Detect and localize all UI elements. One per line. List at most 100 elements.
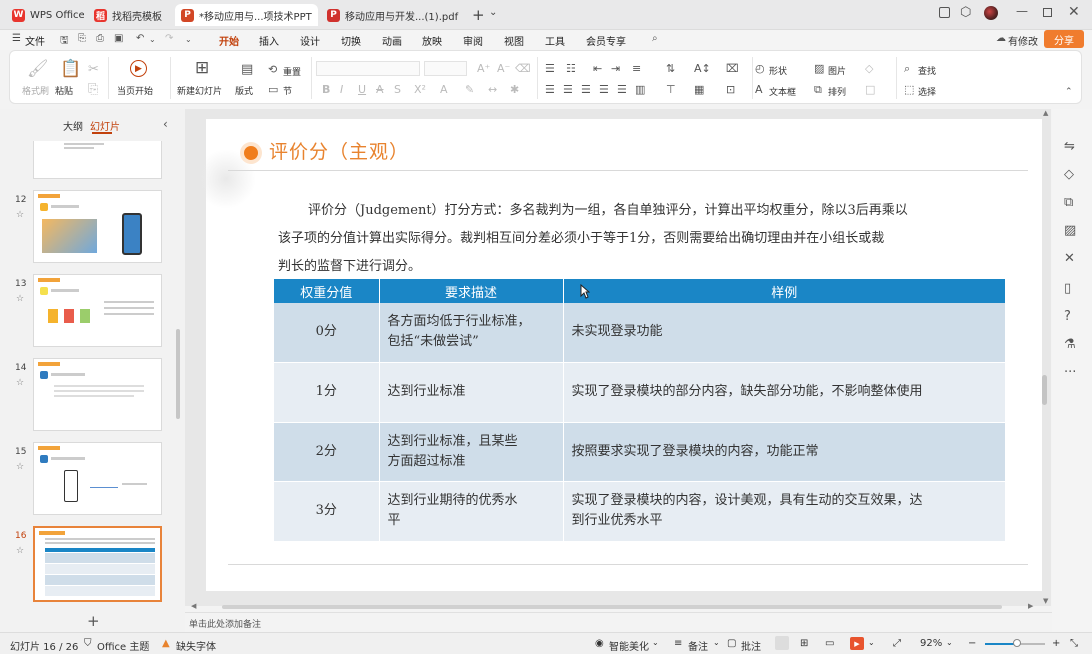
vertical-align-icon[interactable]: ⊤ [666,83,676,96]
italic-icon[interactable]: I [340,83,343,96]
distribute-icon[interactable]: ☰ [617,83,627,96]
font-size-dropdown[interactable] [424,61,467,76]
horizontal-scrollbar-thumb[interactable] [222,605,1002,609]
zoom-level[interactable]: 92% [920,638,942,649]
layout-icon[interactable]: ▤ [241,63,253,76]
align-left-icon[interactable]: ☰ [545,83,555,96]
tools-icon[interactable]: ✕ [1064,251,1075,266]
decrease-font-icon[interactable]: A⁻ [497,62,510,75]
section-icon[interactable]: ▭ [268,83,278,96]
clear-format-icon[interactable]: ⌫ [515,62,531,75]
normal-view-icon[interactable] [775,636,789,650]
tab-list-chevron-icon[interactable]: ⌄ [489,7,497,18]
font-color-icon[interactable]: A [440,83,448,96]
add-slide-button[interactable]: + [87,612,100,630]
undo-icon[interactable]: ↶ [136,33,144,44]
comments-button[interactable]: 批注 [741,638,761,653]
undo-dropdown-icon[interactable]: ⌄ [149,35,156,44]
new-slide-button[interactable]: 新建幻灯片 [177,84,222,97]
section-button[interactable]: 节 [283,84,292,97]
tab-slides[interactable]: 幻灯片 [90,118,120,133]
tab-docer-templates[interactable]: 稻 找稻壳模板 [88,4,172,26]
bold-icon[interactable]: B [322,83,330,96]
scroll-up-icon[interactable]: ▲ [1043,109,1048,117]
copy-layers-icon[interactable]: ⧉ [1064,195,1073,210]
menu-review[interactable]: 审阅 [463,33,483,48]
menu-membership[interactable]: 会员专享 [586,33,626,48]
slide[interactable]: 评价分（主观） 评价分（Judgement）打分方式：多名裁判为一组，各自单独评… [196,119,1042,591]
arrange-icon[interactable]: ⧉ [814,83,822,96]
menu-transitions[interactable]: 切换 [341,33,361,48]
format-painter-icon[interactable]: 🖌 [27,61,49,78]
star-icon[interactable]: ☆ [16,294,24,304]
decrease-indent-icon[interactable]: ⇤ [593,62,602,75]
paste-icon[interactable]: 📋 [60,61,81,78]
increase-font-icon[interactable]: A⁺ [477,62,490,75]
paste-label[interactable]: 粘贴 [55,84,73,97]
search-icon[interactable]: ⌕ [652,33,658,44]
reading-view-icon[interactable]: ▭ [825,638,834,649]
strikethrough-icon[interactable]: A [376,83,384,96]
restore-icon[interactable] [1043,8,1052,17]
avatar[interactable] [984,6,998,20]
help-icon[interactable]: ? [1064,309,1071,324]
star-icon[interactable]: ☆ [16,378,24,388]
star-icon[interactable]: ☆ [16,462,24,472]
shape-button[interactable]: 形状 [769,64,787,77]
outline-icon[interactable]: □ [865,83,875,96]
font-family-dropdown[interactable] [316,61,420,76]
tab-outline[interactable]: 大纲 [63,118,83,133]
more-icon[interactable]: ··· [1064,365,1076,380]
menu-tools[interactable]: 工具 [545,33,565,48]
new-slide-icon[interactable]: ⊞ [195,60,209,77]
modified-status[interactable]: 有修改 [1008,33,1038,48]
slide-thumbnail-11[interactable] [33,141,162,179]
scroll-down-icon[interactable]: ▼ [1043,597,1048,605]
slideshow-play-icon[interactable]: ▶ [850,637,864,650]
superscript-icon[interactable]: X² [414,83,426,96]
fit-window-icon[interactable]: ⤢ [893,638,901,649]
zoom-slider-handle[interactable] [1013,639,1021,647]
share-button[interactable]: 分享 [1044,30,1084,48]
find-button[interactable]: 查找 [918,64,936,77]
menu-file[interactable]: 文件 [25,33,45,48]
notes-button[interactable]: 备注 [688,638,708,653]
reset-icon[interactable]: ⟲ [268,63,277,76]
print-icon[interactable]: ⎙ [96,33,104,44]
zoom-out-icon[interactable]: − [968,638,976,649]
more-quick-access-icon[interactable]: ⌄ [185,35,192,44]
transform-icon[interactable]: ◇ [1064,167,1074,182]
scroll-left-icon[interactable]: ◀ [191,602,196,610]
notes-placeholder[interactable]: 单击此处添加备注 [189,617,261,630]
book-icon[interactable]: ▯ [1064,281,1071,296]
menu-animations[interactable]: 动画 [382,33,402,48]
columns-icon[interactable]: ▥ [635,83,645,96]
text-box-align-icon[interactable]: ▦ [694,83,704,96]
arrange-button[interactable]: 排列 [828,85,846,98]
hamburger-menu-icon[interactable]: ☰ [12,33,21,44]
copy-icon[interactable]: ⎘ [88,83,98,96]
smart-beautify-button[interactable]: 智能美化 [609,638,649,653]
align-right-icon[interactable]: ☰ [581,83,591,96]
vertical-scrollbar-thumb[interactable] [1042,375,1047,405]
close-window-icon[interactable]: ✕ [1068,4,1080,20]
slide-thumbnail-13[interactable] [33,274,162,347]
align-text-icon[interactable]: A↕ [694,62,711,75]
play-icon[interactable]: ▶ [130,60,147,77]
cut-icon[interactable]: ✂ [88,63,99,76]
slide-thumbnail-12[interactable] [33,190,162,263]
zoom-dropdown-icon[interactable]: ⌄ [946,638,953,647]
tab-pdf-document[interactable]: P 移动应用与开发...(1).pdf [321,4,461,26]
fit-slide-icon[interactable]: ⤡ [1070,638,1078,649]
beautify-dropdown-icon[interactable]: ⌄ [652,638,659,647]
tab-wps-office[interactable]: W WPS Office [6,4,84,26]
adjust-icon[interactable]: ⇋ [1064,139,1075,154]
minimize-icon[interactable]: — [1016,4,1028,18]
menu-design[interactable]: 设计 [300,33,320,48]
highlight-icon[interactable]: ✎ [465,83,474,96]
menu-home[interactable]: 开始 [219,33,239,48]
underline-icon[interactable]: U [358,83,366,96]
print-preview-icon[interactable]: ▣ [114,33,123,44]
justify-icon[interactable]: ☰ [599,83,609,96]
menu-insert[interactable]: 插入 [259,33,279,48]
